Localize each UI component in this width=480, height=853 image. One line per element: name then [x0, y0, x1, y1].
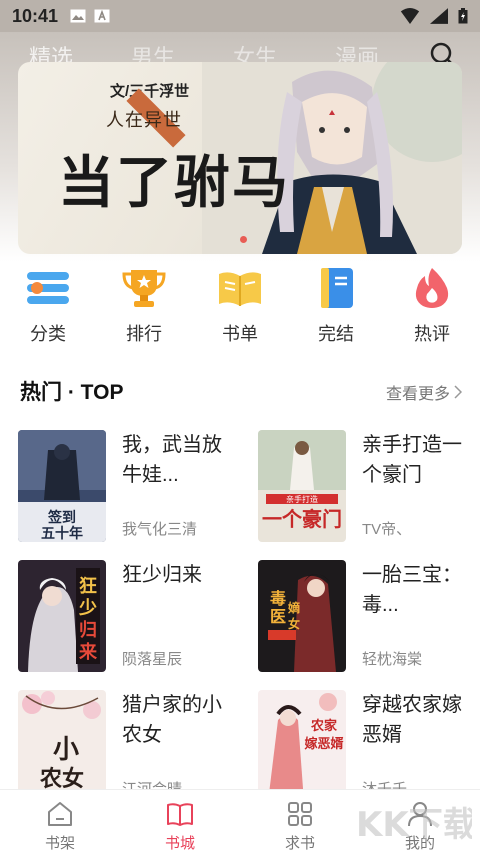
- svg-text:签到: 签到: [47, 509, 76, 526]
- book-title: 穿越农家嫁恶婿: [362, 694, 462, 746]
- svg-text:嫁恶婿: 嫁恶婿: [304, 736, 344, 751]
- nav-label: 书城: [164, 835, 195, 852]
- signal-icon: [430, 8, 448, 24]
- see-more-label: 查看更多: [385, 386, 450, 403]
- featured-banner[interactable]: 文/三千浮世 人在异世 当了驸马: [18, 62, 462, 254]
- gallery-icon: [70, 9, 86, 23]
- grid-icon: [288, 802, 312, 826]
- svg-text:农家: 农家: [310, 718, 338, 733]
- book-open-icon: [167, 803, 193, 826]
- chevron-right-icon: [454, 385, 462, 399]
- book-title: 一胎三宝：毒...: [362, 564, 462, 616]
- svg-text:嫡: 嫡: [288, 600, 300, 615]
- nav-request[interactable]: 求书: [240, 790, 360, 853]
- svg-text:亲手打造: 亲手打造: [286, 494, 318, 504]
- svg-text:少: 少: [78, 598, 97, 618]
- nav-bookstore[interactable]: 书城: [120, 790, 240, 853]
- status-icons-left: [70, 9, 110, 23]
- book-card[interactable]: 签到 五十年 我，武当放牛娃... 我气化三清: [18, 430, 238, 542]
- book-author: 我气化三清: [122, 521, 198, 538]
- battery-icon: [458, 8, 468, 24]
- svg-text:医: 医: [270, 608, 286, 626]
- list-icon: [27, 272, 69, 304]
- svg-text:五十年: 五十年: [41, 525, 83, 542]
- book-card[interactable]: 亲手打造 一个豪门 亲手打造一个豪门 TV帝、: [258, 430, 478, 542]
- banner-author: 文/三千浮世: [110, 83, 190, 100]
- nav-label: 书架: [44, 835, 75, 852]
- book-closed-icon: [321, 268, 353, 308]
- book-title: 亲手打造一个豪门: [362, 434, 462, 486]
- book-card[interactable]: 毒 医 嫡 女 一胎三宝：毒... 轻枕海棠: [258, 560, 478, 672]
- book-cover: 毒 医 嫡 女: [258, 560, 346, 672]
- book-cover: 小 农女: [18, 690, 106, 802]
- svg-text:毒: 毒: [270, 590, 286, 608]
- book-cover: 亲手打造 一个豪门: [258, 430, 346, 542]
- category-ranking[interactable]: 排行: [96, 266, 192, 350]
- book-cover: 农家 嫁恶婿: [258, 690, 346, 802]
- category-label: 完结: [318, 324, 354, 344]
- category-booklist[interactable]: 书单: [192, 266, 288, 350]
- book-open-icon: [219, 272, 261, 306]
- category-classify[interactable]: 分类: [0, 266, 96, 350]
- book-title: 狂少归来: [122, 564, 202, 586]
- book-card[interactable]: 农家 嫁恶婿 穿越农家嫁恶婿 沐千千: [258, 690, 478, 802]
- section-title: 热门 · TOP: [20, 381, 124, 404]
- nav-bookshelf[interactable]: 书架: [0, 790, 120, 853]
- a-letter-icon: [94, 9, 110, 23]
- banner-subtitle: 人在异世: [106, 110, 182, 130]
- book-title: 我，武当放牛娃...: [122, 434, 222, 486]
- banner-page-indicator: [240, 236, 247, 243]
- nav-label: 求书: [284, 835, 315, 852]
- wifi-icon: [400, 8, 420, 24]
- book-cover: 狂 少 归 来: [18, 560, 106, 672]
- svg-text:归: 归: [79, 619, 97, 640]
- category-label: 分类: [30, 324, 66, 344]
- watermark-text: KK下载: [356, 805, 472, 845]
- banner-title: 当了驸马: [58, 150, 290, 216]
- category-label: 排行: [126, 324, 162, 344]
- category-hot-reviews[interactable]: 热评: [384, 266, 480, 350]
- status-icons-right: [400, 7, 468, 25]
- trophy-icon: [122, 270, 166, 307]
- book-cover: 签到 五十年: [18, 430, 106, 542]
- book-title: 猎户家的小农女: [122, 694, 222, 746]
- svg-text:女: 女: [288, 616, 300, 631]
- svg-text:一个豪门: 一个豪门: [262, 507, 342, 531]
- book-author: 轻枕海棠: [362, 651, 423, 668]
- svg-text:小: 小: [53, 735, 79, 765]
- book-card[interactable]: 小 农女 猎户家的小农女 江河会晴: [18, 690, 238, 802]
- svg-text:狂: 狂: [79, 576, 97, 596]
- category-shortcuts: 分类 排行 书单 完结 热评: [0, 266, 480, 350]
- book-card[interactable]: 狂 少 归 来 狂少归来 陨落星辰: [18, 560, 238, 672]
- home-icon: [48, 802, 72, 826]
- see-more-link[interactable]: 查看更多: [386, 380, 462, 404]
- svg-text:来: 来: [78, 642, 98, 662]
- watermark-logo: KK下载: [356, 805, 472, 845]
- book-author: TV帝、: [362, 521, 412, 538]
- flame-icon: [415, 268, 449, 308]
- status-time: 10:41: [12, 5, 59, 26]
- book-author: 陨落星辰: [122, 651, 183, 668]
- category-label: 热评: [414, 324, 450, 344]
- status-bar: 10:41: [0, 0, 480, 32]
- category-label: 书单: [222, 324, 258, 344]
- category-completed[interactable]: 完结: [288, 266, 384, 350]
